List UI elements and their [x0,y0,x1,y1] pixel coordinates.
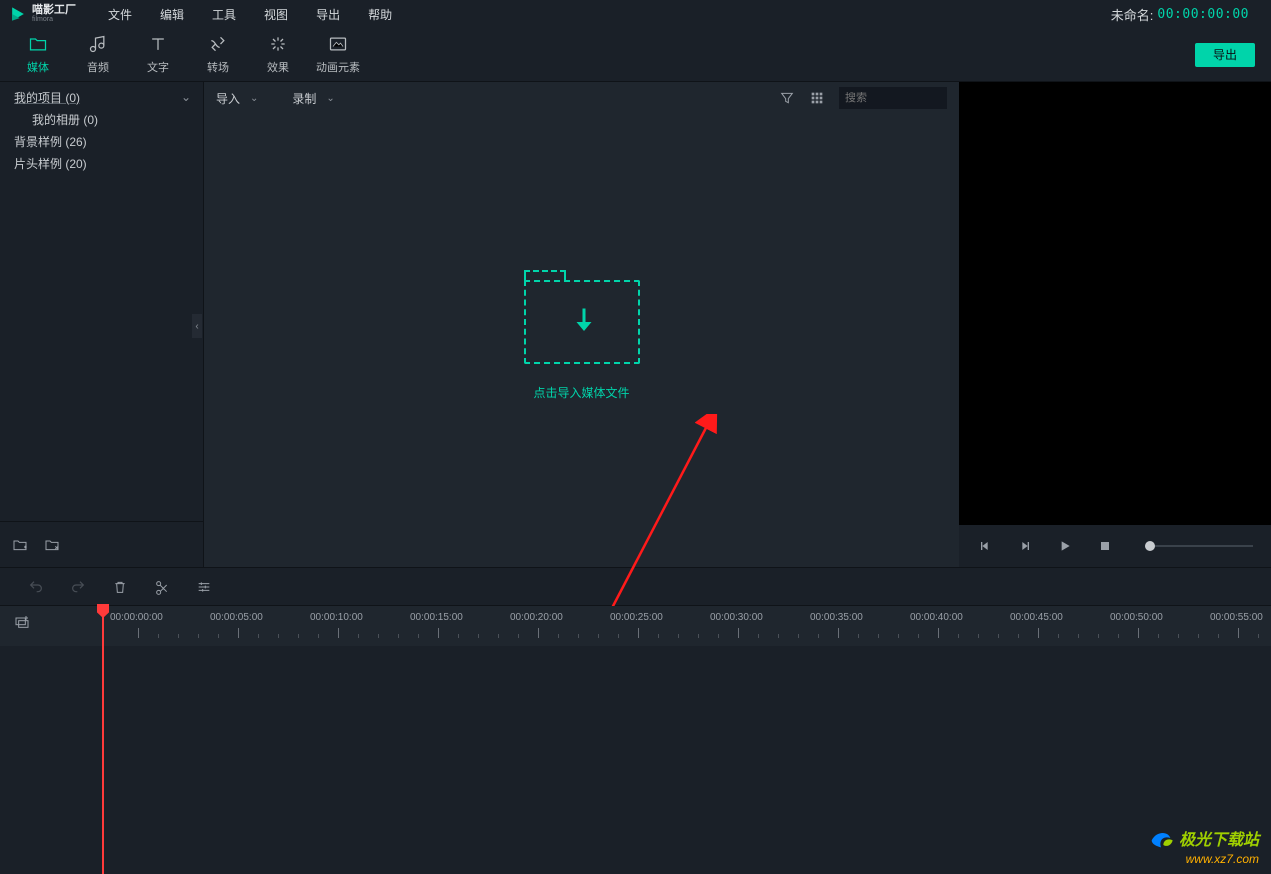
sidebar-item-intro[interactable]: 片头样例 (20) [0,152,203,174]
adjust-button[interactable] [196,579,212,595]
chevron-down-icon[interactable]: ⌄ [250,93,258,104]
chevron-down-icon: ⌄ [181,90,191,104]
menu-file[interactable]: 文件 [94,6,146,23]
folder-icon [28,34,48,54]
sidebar-item-bg[interactable]: 背景样例 (26) [0,130,203,152]
menu-view[interactable]: 视图 [250,6,302,23]
sidebar-item-label: 背景样例 (26) [14,133,87,150]
project-time: 00:00:00:00 [1157,7,1249,22]
add-folder-icon[interactable] [12,537,28,553]
sidebar-item-myproject[interactable]: 我的项目 (0) ⌄ [0,86,203,108]
text-icon [148,34,168,54]
preview-screen [959,82,1271,525]
tab-text-label: 文字 [147,59,169,75]
drop-zone-text: 点击导入媒体文件 [533,384,629,401]
menu-edit[interactable]: 编辑 [146,6,198,23]
music-icon [88,34,108,54]
tab-media-label: 媒体 [27,59,49,75]
app-logo: 喵影工厂 filmora [8,4,90,24]
delete-folder-icon[interactable] [44,537,60,553]
watermark-url: www.xz7.com [1186,852,1259,866]
delete-button[interactable] [112,579,128,595]
redo-button[interactable] [70,579,86,595]
elements-icon [328,34,348,54]
timeline-tracks[interactable] [0,646,1271,874]
filter-icon[interactable] [779,90,795,106]
timeline-playhead[interactable] [102,606,104,874]
tab-effects-label: 效果 [267,59,289,75]
play-button[interactable] [1057,538,1073,554]
watermark-icon [1147,824,1175,852]
record-dropdown[interactable]: 录制 [292,90,316,107]
logo-text-en: filmora [32,16,76,23]
tab-text[interactable]: 文字 [128,34,188,75]
tab-audio-label: 音频 [87,59,109,75]
prev-frame-button[interactable] [977,538,993,554]
sidebar-item-label: 我的项目 (0) [14,89,80,106]
effects-icon [268,34,288,54]
logo-text-cn: 喵影工厂 [32,5,76,16]
search-input-wrap[interactable] [839,87,947,109]
import-dropdown[interactable]: 导入 [216,90,240,107]
sidebar-collapse-handle[interactable]: ‹ [192,314,202,338]
grid-icon[interactable] [809,90,825,106]
tab-transition[interactable]: 转场 [188,34,248,75]
chevron-left-icon: ‹ [195,321,198,332]
sidebar-item-label: 片头样例 (20) [14,155,87,172]
tab-elements[interactable]: 动画元素 [308,34,368,75]
transition-icon [208,34,228,54]
menu-tools[interactable]: 工具 [198,6,250,23]
import-drop-zone[interactable]: 点击导入媒体文件 [204,114,959,567]
project-name: 未命名: [1111,5,1154,24]
drop-folder-icon [524,280,640,364]
tab-transition-label: 转场 [207,59,229,75]
menu-help[interactable]: 帮助 [354,6,406,23]
stop-button[interactable] [1097,538,1113,554]
tab-elements-label: 动画元素 [316,59,360,75]
watermark: 极光下载站 www.xz7.com [1147,824,1259,866]
watermark-text: 极光下载站 [1179,826,1259,850]
preview-slider[interactable] [1145,545,1253,547]
timeline-ruler[interactable]: 00:00:00:0000:00:05:0000:00:10:0000:00:1… [100,606,1271,646]
chevron-down-icon[interactable]: ⌄ [326,93,334,104]
tab-effects[interactable]: 效果 [248,34,308,75]
menu-export[interactable]: 导出 [302,6,354,23]
export-button[interactable]: 导出 [1195,43,1255,67]
sidebar-item-label: 我的相册 (0) [32,111,98,128]
add-track-button[interactable] [14,614,30,630]
tab-media[interactable]: 媒体 [8,34,68,75]
sidebar-item-myalbum[interactable]: 我的相册 (0) [0,108,203,130]
split-button[interactable] [154,579,170,595]
tab-audio[interactable]: 音频 [68,34,128,75]
undo-button[interactable] [28,579,44,595]
next-frame-button[interactable] [1017,538,1033,554]
